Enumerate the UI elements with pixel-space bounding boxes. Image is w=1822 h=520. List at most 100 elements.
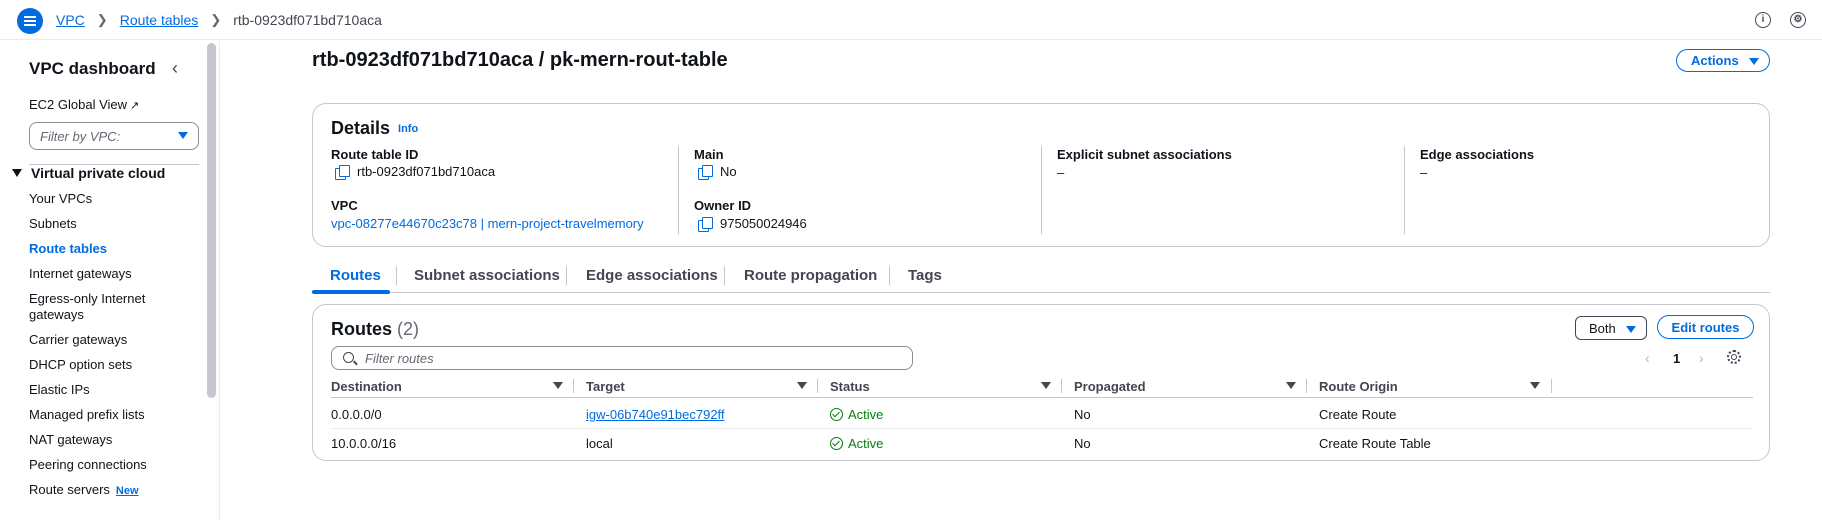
explicit-subnet-label: Explicit subnet associations: [1057, 147, 1232, 162]
route-filter-select[interactable]: Both: [1575, 316, 1647, 340]
routes-title: Routes (2): [331, 319, 419, 340]
sidebar-item-label: Route servers: [29, 482, 110, 497]
sidebar-item-route-tables[interactable]: Route tables: [29, 241, 179, 257]
tab-subnet-associations[interactable]: Subnet associations: [414, 267, 560, 284]
sidebar-title[interactable]: VPC dashboard: [29, 59, 156, 79]
sidebar-item-your-vpcs[interactable]: Your VPCs: [29, 191, 179, 207]
column-header-target[interactable]: Target: [586, 379, 625, 394]
details-title: Details Info: [331, 118, 418, 139]
sidebar-item-route-servers[interactable]: Route servers New: [29, 482, 179, 499]
copy-icon[interactable]: [698, 164, 713, 180]
sidebar-item-internet-gateways[interactable]: Internet gateways: [29, 266, 179, 282]
details-heading: Details: [331, 118, 391, 138]
sidebar-item-elastic-ips[interactable]: Elastic IPs: [29, 382, 179, 398]
cell-route-origin: Create Route Table: [1319, 436, 1431, 451]
column-separator[interactable]: [1551, 379, 1552, 393]
breadcrumb-route-tables[interactable]: Route tables: [120, 12, 199, 28]
sort-caret-icon[interactable]: [1041, 382, 1051, 389]
sidebar-item-label: EC2 Global View: [29, 97, 128, 112]
gear-icon[interactable]: [1727, 350, 1741, 364]
sidebar-item-subnets[interactable]: Subnets: [29, 216, 179, 232]
sidebar-item-carrier-gateways[interactable]: Carrier gateways: [29, 332, 179, 348]
copy-icon[interactable]: [335, 164, 350, 180]
vpc-link[interactable]: vpc-08277e44670c23c78 | mern-project-tra…: [331, 216, 644, 231]
sort-caret-icon[interactable]: [1286, 382, 1296, 389]
page-number[interactable]: 1: [1673, 351, 1680, 366]
collapse-sidebar-icon[interactable]: ‹: [172, 58, 178, 79]
column-header-destination[interactable]: Destination: [331, 379, 402, 394]
new-badge: New: [115, 485, 139, 497]
route-table-id-label: Route table ID: [331, 147, 419, 162]
table-row: 0.0.0.0/0 igw-06b740e91bec792ff Active N…: [331, 400, 1753, 429]
sidebar-item-dhcp-option-sets[interactable]: DHCP option sets: [29, 357, 179, 373]
main-label: Main: [694, 147, 724, 162]
column-separator[interactable]: [817, 379, 818, 393]
main-value: No: [698, 164, 737, 180]
cell-target: local: [586, 436, 613, 451]
caret-down-icon: [1626, 326, 1636, 333]
sidebar-item-managed-prefix-lists[interactable]: Managed prefix lists: [29, 407, 179, 423]
sidebar-item-egress-only-gateways[interactable]: Egress-only Internet gateways: [29, 291, 179, 323]
filter-routes-placeholder: Filter routes: [365, 351, 434, 366]
caret-down-icon: [12, 169, 22, 177]
caret-down-icon: [1749, 58, 1759, 65]
column-separator[interactable]: [1306, 379, 1307, 393]
column-separator[interactable]: [573, 379, 574, 393]
filter-routes-input[interactable]: Filter routes: [331, 346, 913, 370]
settings-icon[interactable]: ⚙: [1790, 12, 1806, 28]
sort-caret-icon[interactable]: [553, 382, 563, 389]
actions-button[interactable]: Actions: [1676, 49, 1770, 72]
main-text: No: [720, 164, 737, 179]
caret-down-icon: [178, 132, 188, 139]
search-icon: [343, 352, 354, 363]
tab-route-propagation[interactable]: Route propagation: [744, 267, 877, 284]
top-navigation-bar: VPC ❯ Route tables ❯ rtb-0923df071bd710a…: [0, 0, 1822, 40]
sidebar-scrollbar[interactable]: [207, 43, 216, 398]
column-divider: [1404, 146, 1405, 234]
column-divider: [678, 146, 679, 234]
active-tab-indicator: [312, 290, 390, 294]
tab-separator: [396, 266, 397, 285]
edit-routes-button[interactable]: Edit routes: [1657, 315, 1754, 339]
table-header: Destination Target Status Propagated Rou…: [331, 376, 1753, 398]
info-link[interactable]: Info: [398, 123, 418, 135]
next-page-icon[interactable]: ›: [1699, 350, 1704, 366]
tab-tags[interactable]: Tags: [908, 267, 942, 284]
breadcrumb-vpc[interactable]: VPC: [56, 12, 85, 28]
routes-count: (2): [397, 319, 420, 339]
tab-separator: [566, 266, 567, 285]
column-header-propagated[interactable]: Propagated: [1074, 379, 1146, 394]
routes-panel: Routes (2) Both Edit routes Filter route…: [312, 304, 1770, 461]
tab-edge-associations[interactable]: Edge associations: [586, 267, 718, 284]
column-header-status[interactable]: Status: [830, 379, 870, 394]
cell-target-link[interactable]: igw-06b740e91bec792ff: [586, 407, 725, 422]
actions-label: Actions: [1691, 53, 1739, 68]
chevron-right-icon: ❯: [210, 12, 222, 27]
route-table-id-value: rtb-0923df071bd710aca: [335, 164, 496, 180]
routes-heading: Routes: [331, 319, 393, 339]
previous-page-icon[interactable]: ‹: [1645, 350, 1650, 366]
info-icon[interactable]: i: [1755, 12, 1771, 28]
tab-separator: [889, 266, 890, 285]
cell-propagated: No: [1074, 407, 1091, 422]
column-separator[interactable]: [1061, 379, 1062, 393]
sort-caret-icon[interactable]: [1530, 382, 1540, 389]
edge-associations-label: Edge associations: [1420, 147, 1535, 162]
column-header-route-origin[interactable]: Route Origin: [1319, 379, 1398, 394]
status-text: Active: [848, 407, 884, 422]
tab-routes[interactable]: Routes: [330, 267, 381, 284]
menu-icon[interactable]: [17, 8, 43, 34]
route-table-id: rtb-0923df071bd710aca: [357, 164, 496, 179]
sidebar-item-ec2-global-view[interactable]: EC2 Global View ↗: [29, 97, 139, 112]
tab-bar: Routes Subnet associations Edge associat…: [312, 263, 1770, 294]
section-virtual-private-cloud[interactable]: Virtual private cloud: [12, 165, 165, 181]
vpc-filter-select[interactable]: Filter by VPC:: [29, 122, 199, 150]
copy-icon[interactable]: [698, 216, 713, 232]
sidebar-item-peering-connections[interactable]: Peering connections: [29, 457, 179, 473]
cell-propagated: No: [1074, 436, 1091, 451]
explicit-subnet-value: –: [1057, 165, 1065, 180]
status-text: Active: [848, 436, 884, 451]
sidebar-item-nat-gateways[interactable]: NAT gateways: [29, 432, 179, 448]
breadcrumb: VPC ❯ Route tables ❯ rtb-0923df071bd710a…: [56, 12, 382, 28]
sort-caret-icon[interactable]: [797, 382, 807, 389]
